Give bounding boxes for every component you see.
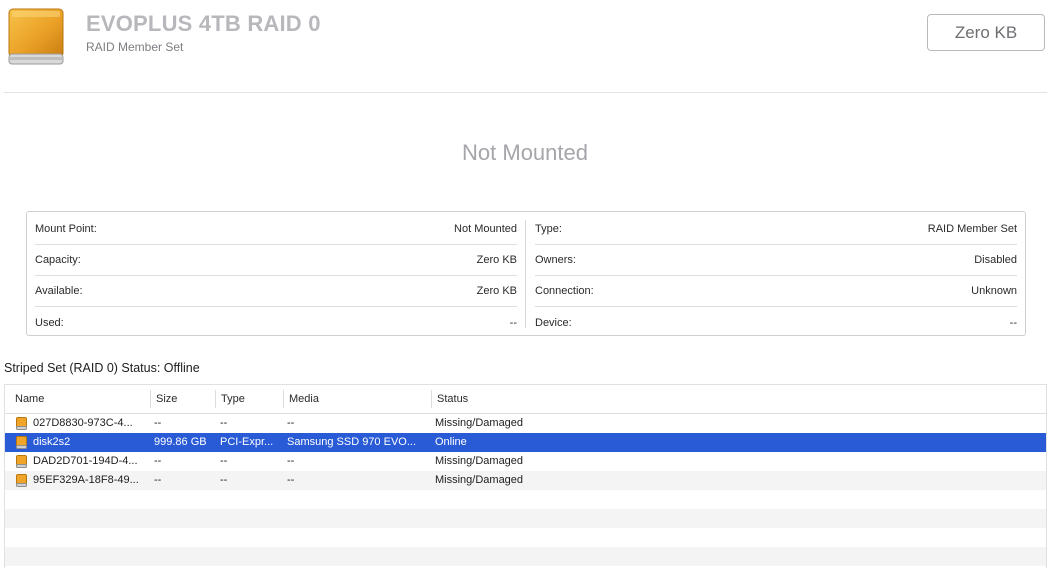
table-row-selected[interactable]: disk2s2 999.86 GB PCI-Expr... Samsung SS… bbox=[5, 433, 1046, 452]
info-label: Capacity: bbox=[35, 254, 81, 266]
info-label: Type: bbox=[535, 223, 562, 235]
info-column-left: Mount Point: Not Mounted Capacity: Zero … bbox=[35, 214, 517, 338]
info-row-connection: Connection: Unknown bbox=[535, 276, 1017, 307]
info-value: Zero KB bbox=[476, 254, 517, 266]
cell-media: Samsung SSD 970 EVO... bbox=[287, 436, 417, 448]
column-header-type[interactable]: Type bbox=[215, 385, 283, 413]
cell-name: disk2s2 bbox=[33, 436, 71, 448]
empty-row bbox=[5, 547, 1046, 566]
cell-status: Missing/Damaged bbox=[435, 474, 524, 486]
drive-icon bbox=[16, 474, 27, 487]
cell-size: -- bbox=[154, 455, 162, 467]
cell-status: Online bbox=[435, 436, 467, 448]
info-value: -- bbox=[1009, 316, 1017, 329]
info-column-right: Type: RAID Member Set Owners: Disabled C… bbox=[535, 214, 1017, 338]
info-label: Connection: bbox=[535, 285, 594, 297]
info-column-divider bbox=[525, 220, 526, 328]
drive-icon bbox=[16, 455, 27, 468]
info-row-mount-point: Mount Point: Not Mounted bbox=[35, 214, 517, 245]
volume-title: EVOPLUS 4TB RAID 0 bbox=[86, 11, 321, 36]
info-row-used: Used: -- bbox=[35, 307, 517, 338]
column-header-status[interactable]: Status bbox=[431, 385, 631, 413]
cell-size: -- bbox=[154, 417, 162, 429]
empty-row bbox=[5, 528, 1046, 547]
info-label: Mount Point: bbox=[35, 223, 97, 235]
empty-row bbox=[5, 509, 1046, 528]
info-value: -- bbox=[509, 316, 517, 329]
table-row[interactable]: DAD2D701-194D-4... -- -- -- Missing/Dama… bbox=[5, 452, 1046, 471]
cell-media: -- bbox=[287, 474, 295, 486]
cell-name: 95EF329A-18F8-49... bbox=[33, 474, 139, 486]
info-label: Device: bbox=[535, 316, 572, 329]
cell-size: 999.86 GB bbox=[154, 436, 207, 448]
info-value: Disabled bbox=[974, 254, 1017, 266]
volume-header: EVOPLUS 4TB RAID 0 RAID Member Set Zero … bbox=[0, 0, 1063, 92]
cell-type: PCI-Expr... bbox=[220, 436, 274, 448]
cell-media: -- bbox=[287, 455, 295, 467]
header-divider bbox=[4, 92, 1047, 93]
info-value: Not Mounted bbox=[454, 223, 517, 235]
raid-status-label: Striped Set (RAID 0) Status: Offline bbox=[4, 361, 200, 375]
info-value: RAID Member Set bbox=[927, 223, 1017, 235]
cell-type: -- bbox=[220, 455, 228, 467]
volume-size-badge: Zero KB bbox=[927, 14, 1045, 51]
cell-name: DAD2D701-194D-4... bbox=[33, 455, 138, 467]
column-header-media[interactable]: Media bbox=[283, 385, 431, 413]
drive-icon bbox=[16, 436, 27, 449]
empty-row bbox=[5, 490, 1046, 509]
info-value: Unknown bbox=[971, 285, 1017, 297]
info-value: Zero KB bbox=[476, 285, 517, 297]
column-header-size[interactable]: Size bbox=[150, 385, 215, 413]
info-label: Owners: bbox=[535, 254, 576, 266]
cell-type: -- bbox=[220, 417, 228, 429]
volume-subtitle: RAID Member Set bbox=[86, 40, 184, 54]
cell-status: Missing/Damaged bbox=[435, 417, 524, 429]
column-header-name[interactable]: Name bbox=[9, 385, 149, 413]
cell-media: -- bbox=[287, 417, 295, 429]
mount-status-text: Not Mounted bbox=[462, 140, 588, 165]
info-row-capacity: Capacity: Zero KB bbox=[35, 245, 517, 276]
info-label: Used: bbox=[35, 316, 64, 329]
drive-icon bbox=[16, 417, 27, 430]
info-row-owners: Owners: Disabled bbox=[535, 245, 1017, 276]
table-header: Name Size Type Media Status bbox=[5, 385, 1046, 414]
info-label: Available: bbox=[35, 285, 83, 297]
table-row[interactable]: 027D8830-973C-4... -- -- -- Missing/Dama… bbox=[5, 414, 1046, 433]
info-row-device: Device: -- bbox=[535, 307, 1017, 338]
cell-name: 027D8830-973C-4... bbox=[33, 417, 133, 429]
cell-status: Missing/Damaged bbox=[435, 455, 524, 467]
cell-size: -- bbox=[154, 474, 162, 486]
cell-type: -- bbox=[220, 474, 228, 486]
info-row-type: Type: RAID Member Set bbox=[535, 214, 1017, 245]
raid-members-table: Name Size Type Media Status 027D8830-973… bbox=[4, 384, 1047, 568]
table-row[interactable]: 95EF329A-18F8-49... -- -- -- Missing/Dam… bbox=[5, 471, 1046, 490]
volume-info-panel: Mount Point: Not Mounted Capacity: Zero … bbox=[26, 211, 1026, 336]
info-row-available: Available: Zero KB bbox=[35, 276, 517, 307]
external-drive-icon bbox=[8, 8, 64, 65]
